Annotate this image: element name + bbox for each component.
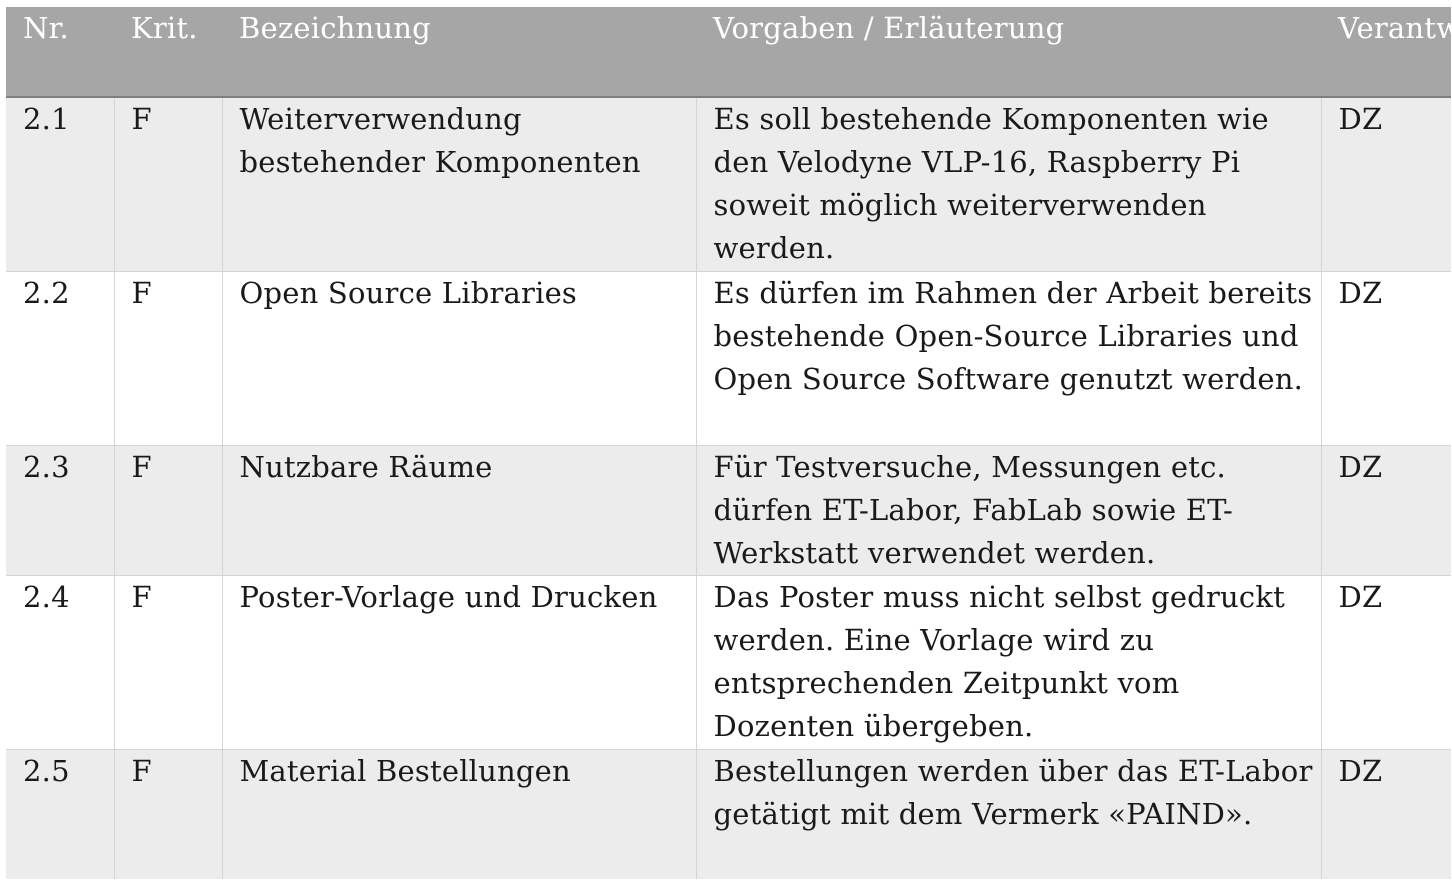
- cell-vorgaben-text: Das Poster muss nicht selbst gedruckt we…: [713, 579, 1285, 743]
- cell-bezeichnung: Material Bestellungen: [221, 748, 696, 879]
- cell-verantw-text: DZ: [1338, 753, 1383, 788]
- cell-bezeichnung-text: Material Bestellungen: [239, 753, 571, 788]
- table-row: 2.5 F Material Bestellungen Bestellungen…: [6, 748, 1451, 879]
- cell-vorgaben: Bestellungen werden über das ET-Labor ge…: [695, 748, 1321, 879]
- cell-krit-text: F: [131, 579, 152, 614]
- cell-bezeichnung: Weiterverwendung bestehender Komponenten: [221, 96, 696, 271]
- cell-krit-text: F: [131, 753, 152, 788]
- cell-bezeichnung-text: Poster-Vorlage und Drucken: [239, 579, 658, 614]
- requirements-table-container: Nr. Krit. Bezeichnung Vorgaben / Erläute…: [6, 7, 1452, 879]
- cell-verantw: DZ: [1320, 574, 1451, 749]
- cell-vorgaben: Für Testversuche, Messungen etc. dürfen …: [695, 444, 1321, 575]
- header-verantw: Verantw.: [1321, 7, 1452, 98]
- cell-krit: F: [113, 748, 222, 879]
- table-row: 2.3 F Nutzbare Räume Für Testversuche, M…: [6, 444, 1451, 575]
- cell-verantw: DZ: [1320, 444, 1451, 575]
- cell-krit-text: F: [131, 275, 152, 310]
- cell-krit-text: F: [131, 449, 152, 484]
- table-row: 2.2 F Open Source Libraries Es dürfen im…: [6, 270, 1451, 445]
- cell-nr-text: 2.2: [23, 275, 70, 310]
- header-vorgaben: Vorgaben / Erläuterung: [696, 7, 1321, 98]
- cell-bezeichnung-text: Weiterverwendung bestehender Komponenten: [239, 102, 641, 179]
- header-bezeichnung: Bezeichnung: [222, 7, 696, 98]
- cell-krit-text: F: [131, 102, 152, 136]
- cell-vorgaben-text: Für Testversuche, Messungen etc. dürfen …: [713, 449, 1233, 570]
- table-body: 2.1 F Weiterverwendung bestehender Kompo…: [6, 96, 1451, 879]
- header-nr: Nr.: [6, 7, 114, 98]
- cell-vorgaben: Es dürfen im Rahmen der Arbeit bereits b…: [695, 270, 1321, 445]
- cell-krit: F: [113, 96, 222, 271]
- cell-bezeichnung-text: Nutzbare Räume: [239, 449, 493, 484]
- cell-krit: F: [113, 270, 222, 445]
- header-row: Nr. Krit. Bezeichnung Vorgaben / Erläute…: [6, 7, 1452, 98]
- cell-vorgaben: Das Poster muss nicht selbst gedruckt we…: [695, 574, 1321, 749]
- cell-nr-text: 2.4: [23, 579, 70, 614]
- cell-nr: 2.1: [6, 96, 114, 271]
- table-header: Nr. Krit. Bezeichnung Vorgaben / Erläute…: [6, 7, 1452, 98]
- cell-verantw-text: DZ: [1338, 275, 1383, 310]
- cell-nr-text: 2.5: [23, 753, 70, 788]
- cell-bezeichnung: Open Source Libraries: [221, 270, 696, 445]
- cell-verantw-text: DZ: [1338, 449, 1383, 484]
- cell-nr: 2.5: [6, 748, 114, 879]
- cell-bezeichnung: Poster-Vorlage und Drucken: [221, 574, 696, 749]
- cell-verantw: DZ: [1320, 748, 1451, 879]
- cell-nr-text: 2.1: [23, 102, 70, 136]
- cell-bezeichnung-text: Open Source Libraries: [239, 275, 578, 310]
- cell-krit: F: [113, 574, 222, 749]
- table-row: 2.4 F Poster-Vorlage und Drucken Das Pos…: [6, 574, 1451, 749]
- cell-vorgaben-text: Es soll bestehende Komponenten wie den V…: [713, 102, 1269, 265]
- cell-vorgaben-text: Bestellungen werden über das ET-Labor ge…: [713, 753, 1313, 831]
- cell-krit: F: [113, 444, 222, 575]
- cell-nr: 2.3: [6, 444, 114, 575]
- cell-verantw: DZ: [1320, 96, 1451, 271]
- requirements-table: Nr. Krit. Bezeichnung Vorgaben / Erläute…: [6, 7, 1452, 879]
- cell-nr: 2.4: [6, 574, 114, 749]
- cell-vorgaben: Es soll bestehende Komponenten wie den V…: [695, 96, 1321, 271]
- cell-nr-text: 2.3: [23, 449, 70, 484]
- cell-verantw: DZ: [1320, 270, 1451, 445]
- header-krit: Krit.: [114, 7, 222, 98]
- cell-verantw-text: DZ: [1338, 102, 1383, 136]
- cell-vorgaben-text: Es dürfen im Rahmen der Arbeit bereits b…: [713, 275, 1313, 396]
- table-row: 2.1 F Weiterverwendung bestehender Kompo…: [6, 96, 1451, 271]
- cell-verantw-text: DZ: [1338, 579, 1383, 614]
- cell-bezeichnung: Nutzbare Räume: [221, 444, 696, 575]
- cell-nr: 2.2: [6, 270, 114, 445]
